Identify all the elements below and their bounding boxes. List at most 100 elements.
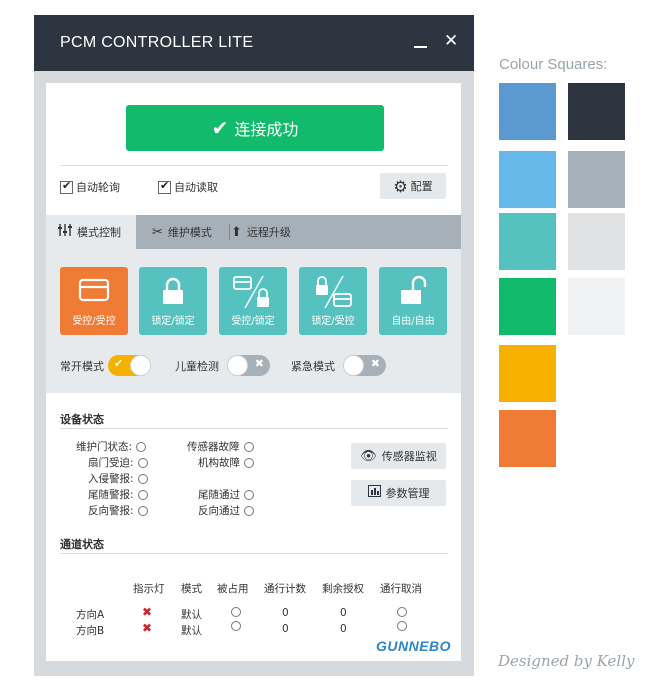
x-icon: ✖ xyxy=(370,357,380,370)
tab-remote-upgrade[interactable]: ⬆ 远程升级 xyxy=(231,215,291,249)
window-title: PCM CONTROLLER LITE xyxy=(60,34,254,51)
mode-label: 锁定/锁定 xyxy=(151,316,195,327)
check-icon: ✔ xyxy=(114,357,124,370)
colour-swatch xyxy=(568,83,625,140)
x-icon: ✖ xyxy=(254,357,264,370)
lock-card-icon xyxy=(316,275,352,309)
x-icon: ✖ xyxy=(142,621,153,635)
column-header-occupied: 被占用 xyxy=(217,583,249,595)
mode-control-area: 受控/受控 锁定/锁定 受控/锁定 锁定/受控 自由/自由 常开模式 ✔ 儿童检… xyxy=(46,249,461,393)
channel-mode: 默认 xyxy=(181,625,202,637)
auto-read-checkbox[interactable]: 自动读取 xyxy=(158,179,218,195)
pass-count: 0 xyxy=(282,607,289,619)
auto-read-label: 自动读取 xyxy=(174,181,218,194)
colour-swatch xyxy=(499,345,556,402)
title-bar[interactable]: PCM CONTROLLER LITE ✕ xyxy=(34,15,474,71)
colour-swatch xyxy=(568,213,625,270)
status-reverse-alarm: 反向警报: xyxy=(88,503,148,518)
child-detection-toggle[interactable]: 儿童检测 ✖ xyxy=(175,355,270,376)
divider xyxy=(60,553,448,554)
divider xyxy=(60,428,448,429)
device-status-title: 设备状态 xyxy=(60,413,104,426)
status-label: 尾随通过 xyxy=(198,489,240,501)
x-icon: ✖ xyxy=(142,605,153,619)
auto-poll-checkbox[interactable]: 自动轮询 xyxy=(60,179,120,195)
toggle-knob xyxy=(343,355,364,376)
tab-bar: 模式控制 ✂ 维护模式 ⬆ 远程升级 xyxy=(46,215,461,249)
mode-controlled-locked-button[interactable]: 受控/锁定 xyxy=(219,267,287,335)
toggle-knob xyxy=(227,355,248,376)
colour-swatch xyxy=(499,213,556,270)
mode-free-free-button[interactable]: 自由/自由 xyxy=(379,267,447,335)
status-label: 扇门受迫: xyxy=(88,457,134,469)
toggle-switch[interactable]: ✖ xyxy=(227,355,270,376)
tools-icon: ✂ xyxy=(152,224,163,240)
designer-signature: Designed by Kelly xyxy=(498,652,635,670)
bar-chart-icon xyxy=(367,485,381,501)
normally-open-toggle[interactable]: 常开模式 ✔ xyxy=(60,355,151,376)
mode-locked-locked-button[interactable]: 锁定/锁定 xyxy=(139,267,207,335)
toggle-switch[interactable]: ✔ xyxy=(108,355,151,376)
config-button[interactable]: ⚙ 配置 xyxy=(380,173,446,199)
app-window: PCM CONTROLLER LITE ✕ ✔ 连接成功 自动轮询 自动读取 ⚙… xyxy=(34,15,474,676)
unlock-icon xyxy=(401,275,427,304)
status-indicator xyxy=(137,489,148,500)
config-label: 配置 xyxy=(410,180,433,193)
remaining-auth: 0 xyxy=(340,607,347,619)
colour-swatch xyxy=(568,151,625,208)
connect-status-button[interactable]: ✔ 连接成功 xyxy=(126,105,384,151)
minimize-button[interactable] xyxy=(414,31,428,51)
emergency-mode-toggle[interactable]: 紧急模式 ✖ xyxy=(291,355,386,376)
status-door-forced: 扇门受迫: xyxy=(88,455,148,470)
connect-status-label: 连接成功 xyxy=(234,120,299,139)
remaining-auth: 0 xyxy=(340,623,347,635)
status-sensor-fault: 传感器故障 xyxy=(187,439,254,454)
status-indicator xyxy=(244,457,254,468)
status-label: 入侵警报: xyxy=(88,473,134,485)
status-mechanism-fault: 机构故障 xyxy=(198,455,254,470)
toggle-switch[interactable]: ✖ xyxy=(343,355,386,376)
status-indicator xyxy=(244,505,254,516)
channel-status-title: 通道状态 xyxy=(60,538,104,551)
auto-poll-label: 自动轮询 xyxy=(76,181,120,194)
status-reverse-pass: 反向通过 xyxy=(198,503,254,518)
pass-cancel-radio[interactable] xyxy=(397,607,407,617)
mode-label: 自由/自由 xyxy=(391,316,435,327)
button-label: 传感器监视 xyxy=(381,450,437,463)
close-button[interactable]: ✕ xyxy=(444,31,458,51)
status-indicator xyxy=(136,441,147,452)
sensor-monitor-button[interactable]: 👁 传感器监视 xyxy=(351,443,446,469)
status-label: 机构故障 xyxy=(198,457,240,469)
tab-label: 模式控制 xyxy=(77,226,121,239)
column-header-remaining-auth: 剩余授权 xyxy=(322,583,364,595)
colour-swatch xyxy=(499,278,556,335)
column-header-pass-count: 通行计数 xyxy=(264,583,306,595)
mode-controlled-controlled-button[interactable]: 受控/受控 xyxy=(60,267,128,335)
status-tailgate-pass: 尾随通过 xyxy=(198,487,254,502)
tab-separator xyxy=(229,224,230,240)
mode-label: 受控/受控 xyxy=(72,316,116,327)
tab-mode-control[interactable]: 模式控制 xyxy=(46,215,136,249)
colour-swatch xyxy=(499,151,556,208)
status-intrusion-alarm: 入侵警报: xyxy=(88,471,148,486)
status-tailgate-alarm: 尾随警报: xyxy=(88,487,148,502)
status-maintenance-door: 维护门状态: xyxy=(76,439,147,454)
check-icon: ✔ xyxy=(211,116,229,140)
tab-label: 维护模式 xyxy=(167,226,212,239)
status-indicator xyxy=(137,473,148,484)
pass-count: 0 xyxy=(282,623,289,635)
toggle-knob xyxy=(130,355,151,376)
tab-maintenance[interactable]: ✂ 维护模式 xyxy=(152,215,212,249)
button-label: 参数管理 xyxy=(385,487,430,500)
occupied-indicator xyxy=(231,621,241,631)
pass-cancel-radio[interactable] xyxy=(397,621,407,631)
toggle-label: 儿童检测 xyxy=(175,359,219,373)
status-label: 维护门状态: xyxy=(76,441,133,453)
checkbox-checked-icon xyxy=(60,179,73,194)
channel-mode: 默认 xyxy=(181,609,202,621)
mode-label: 受控/锁定 xyxy=(231,316,275,327)
param-manage-button[interactable]: 参数管理 xyxy=(351,480,446,506)
column-header-indicator: 指示灯 xyxy=(133,583,165,595)
toggle-label: 紧急模式 xyxy=(291,359,335,373)
mode-locked-controlled-button[interactable]: 锁定/受控 xyxy=(299,267,367,335)
